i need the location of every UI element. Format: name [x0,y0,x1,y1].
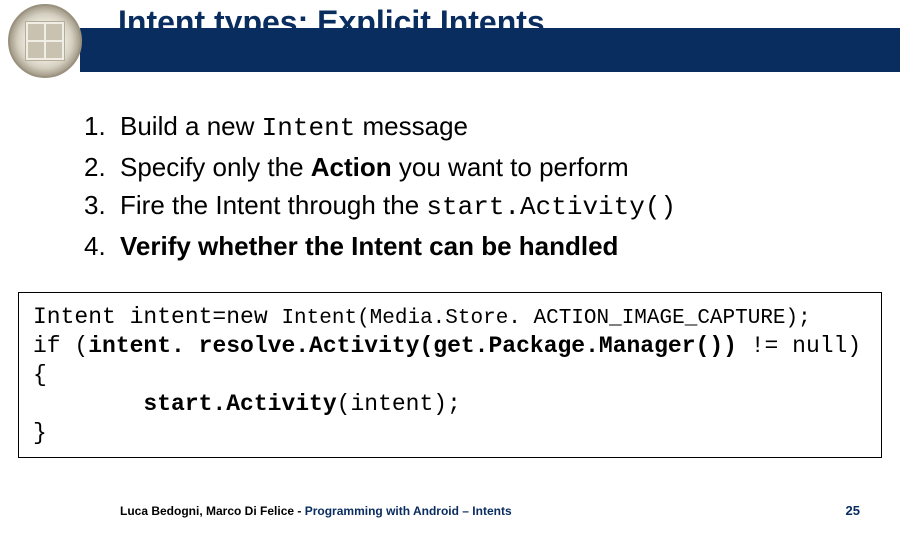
list-item: 1. Build a new Intent message [84,110,860,145]
code-line: start.Activity(intent); [33,390,867,419]
list-text: Specify only the Action you want to perf… [120,151,629,184]
footer-course: Programming with Android – Intents [305,504,512,518]
list-item: 2. Specify only the Action you want to p… [84,151,860,184]
footer-left: Luca Bedogni, Marco Di Felice - Programm… [120,504,512,518]
code-block: Intent intent=new Intent(Media.Store. AC… [18,292,882,458]
code-line: if (intent. resolve.Activity(get.Package… [33,332,867,390]
list-text: Fire the Intent through the start.Activi… [120,189,676,224]
footer: Luca Bedogni, Marco Di Felice - Programm… [0,503,900,518]
list-text: Build a new Intent message [120,110,468,145]
list-item: 3. Fire the Intent through the start.Act… [84,189,860,224]
seal-inner [25,21,65,61]
footer-authors: Luca Bedogni, Marco Di Felice [120,504,294,518]
list-number: 4. [84,231,120,262]
footer-dash: - [294,504,305,518]
slide-title: Intent types: Explicit Intents [118,4,545,41]
numbered-list: 1. Build a new Intent message 2. Specify… [84,110,860,268]
list-text: Verify whether the Intent can be handled [120,230,618,263]
list-number: 2. [84,152,120,183]
list-number: 3. [84,190,120,221]
code-line: } [33,419,867,448]
list-number: 1. [84,111,120,142]
page-number: 25 [846,503,860,518]
code-line: Intent intent=new Intent(Media.Store. AC… [33,303,867,332]
university-seal-logo [8,4,82,78]
list-item: 4. Verify whether the Intent can be hand… [84,230,860,263]
